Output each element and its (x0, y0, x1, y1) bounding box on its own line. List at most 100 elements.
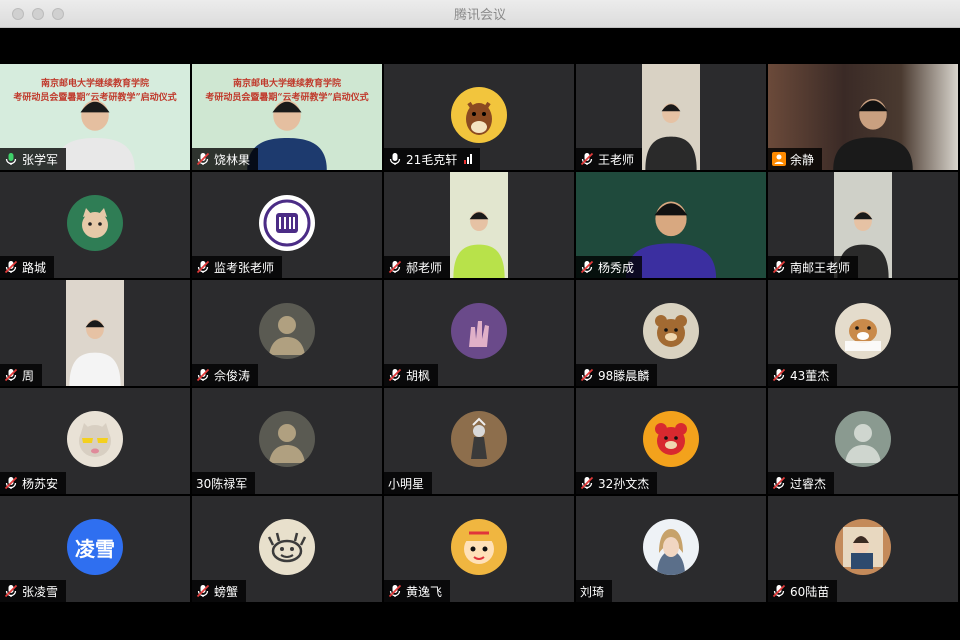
mic-muted-icon (580, 260, 594, 274)
mic-muted-icon (772, 260, 786, 274)
participant-tile[interactable]: 郝老师 (384, 172, 574, 278)
participant-name: 30陈禄军 (196, 476, 248, 491)
participant-video (642, 64, 700, 170)
mic-muted-icon (196, 368, 210, 382)
photo-avatar (259, 411, 315, 467)
participant-tile[interactable]: 螃蟹 (192, 496, 382, 602)
close-window-button[interactable] (12, 8, 24, 20)
mic-muted-icon (388, 368, 402, 382)
participant-name: 螃蟹 (214, 584, 239, 599)
participant-name: 胡枫 (406, 368, 431, 383)
participant-nametag: 周 (0, 364, 43, 386)
participant-tile[interactable]: 过睿杰 (768, 388, 958, 494)
window-title: 腾讯会议 (453, 8, 506, 23)
bottom-toolbar (0, 603, 960, 640)
participant-nametag: 60陆苗 (768, 580, 838, 602)
dog-avatar (835, 303, 891, 359)
participant-tile[interactable]: 30陈禄军 (192, 388, 382, 494)
participant-tile[interactable]: 小明星 (384, 388, 574, 494)
mic-muted-icon (196, 260, 210, 274)
participant-tile[interactable]: 杨秀成 (576, 172, 766, 278)
participant-nametag: 刘琦 (576, 580, 613, 602)
participant-tile[interactable]: 刘琦 (576, 496, 766, 602)
participant-name: 32孙文杰 (598, 476, 650, 491)
participant-video (450, 172, 508, 278)
participant-name: 郝老师 (406, 260, 443, 275)
mic-muted-icon (772, 368, 786, 382)
participant-nametag: 佘俊涛 (192, 364, 259, 386)
participant-tile[interactable]: 21毛克轩 (384, 64, 574, 170)
participant-name: 余静 (790, 152, 815, 167)
participant-tile[interactable]: 60陆苗 (768, 496, 958, 602)
participant-nametag: 32孙文杰 (576, 472, 658, 494)
participant-tile[interactable]: 杨苏安 (0, 388, 190, 494)
figure-avatar (451, 411, 507, 467)
photo-avatar (259, 303, 315, 359)
participant-tile[interactable]: 余静 (768, 64, 958, 170)
mic-muted-icon (4, 476, 18, 490)
participant-nametag: 黄逸飞 (384, 580, 451, 602)
bear-toy-avatar (643, 411, 699, 467)
participant-tile[interactable]: 胡枫 (384, 280, 574, 386)
mic-muted-icon (772, 584, 786, 598)
teddy-bear-avatar (643, 303, 699, 359)
participant-nametag: 南邮王老师 (768, 256, 859, 278)
tiger-cartoon-avatar (451, 519, 507, 575)
participant-name: 张学军 (22, 152, 59, 167)
participant-nametag: 杨苏安 (0, 472, 67, 494)
mic-muted-icon (388, 260, 402, 274)
mic-muted-icon (196, 152, 210, 166)
participant-name: 60陆苗 (790, 584, 830, 599)
participant-tile[interactable]: 周 (0, 280, 190, 386)
participant-tile[interactable]: 王老师 (576, 64, 766, 170)
participant-nametag: 王老师 (576, 148, 643, 170)
text-avatar: 凌雪 (67, 519, 123, 575)
participant-nametag: 路城 (0, 256, 55, 278)
horse-avatar (451, 87, 507, 143)
participant-name: 杨秀成 (598, 260, 635, 275)
participant-name: 张凌雪 (22, 584, 59, 599)
participant-tile[interactable]: 黄逸飞 (384, 496, 574, 602)
participant-nametag: 饶林果 (192, 148, 259, 170)
participant-name: 43董杰 (790, 368, 830, 383)
participant-name: 刘琦 (580, 584, 605, 599)
mic-muted-icon (4, 260, 18, 274)
participant-tile[interactable]: 南邮王老师 (768, 172, 958, 278)
participant-nametag: 监考张老师 (192, 256, 283, 278)
participant-nametag: 杨秀成 (576, 256, 643, 278)
participant-tile[interactable]: 监考张老师 (192, 172, 382, 278)
participant-nametag: 张学军 (0, 148, 67, 170)
participant-tile[interactable]: 98滕晨麟 (576, 280, 766, 386)
participant-nametag: 余静 (768, 148, 823, 170)
participant-tile[interactable]: 路城 (0, 172, 190, 278)
participant-nametag: 过睿杰 (768, 472, 835, 494)
participant-video (66, 280, 124, 386)
participant-name: 王老师 (598, 152, 635, 167)
participant-name: 黄逸飞 (406, 584, 443, 599)
participant-name: 饶林果 (214, 152, 251, 167)
participant-tile[interactable]: 佘俊涛 (192, 280, 382, 386)
mic-muted-icon (772, 476, 786, 490)
portrait-avatar (643, 519, 699, 575)
participant-tile[interactable]: 32孙文杰 (576, 388, 766, 494)
participant-name: 监考张老师 (214, 260, 275, 275)
window-controls[interactable] (12, 8, 64, 20)
mic-muted-icon (388, 584, 402, 598)
participant-nametag: 郝老师 (384, 256, 451, 278)
participant-tile[interactable]: 南京邮电大学继续教育学院 考研动员会暨暑期“云考研教学”启动仪式 张学军 (0, 64, 190, 170)
mic-muted-icon (4, 368, 18, 382)
participant-tile[interactable]: 43董杰 (768, 280, 958, 386)
participant-nametag: 98滕晨麟 (576, 364, 658, 386)
mic-icon (388, 152, 402, 166)
crab-avatar (259, 519, 315, 575)
mic-icon (4, 152, 18, 166)
participant-tile[interactable]: 南京邮电大学继续教育学院 考研动员会暨暑期“云考研教学”启动仪式 饶林果 (192, 64, 382, 170)
zoom-window-button[interactable] (52, 8, 64, 20)
participant-tile[interactable]: 凌雪 张凌雪 (0, 496, 190, 602)
mic-muted-icon (580, 476, 594, 490)
cat-sunglasses-avatar (67, 411, 123, 467)
signal-strength-icon (464, 154, 473, 164)
university-logo-avatar (259, 195, 315, 251)
minimize-window-button[interactable] (32, 8, 44, 20)
participant-nametag: 43董杰 (768, 364, 838, 386)
